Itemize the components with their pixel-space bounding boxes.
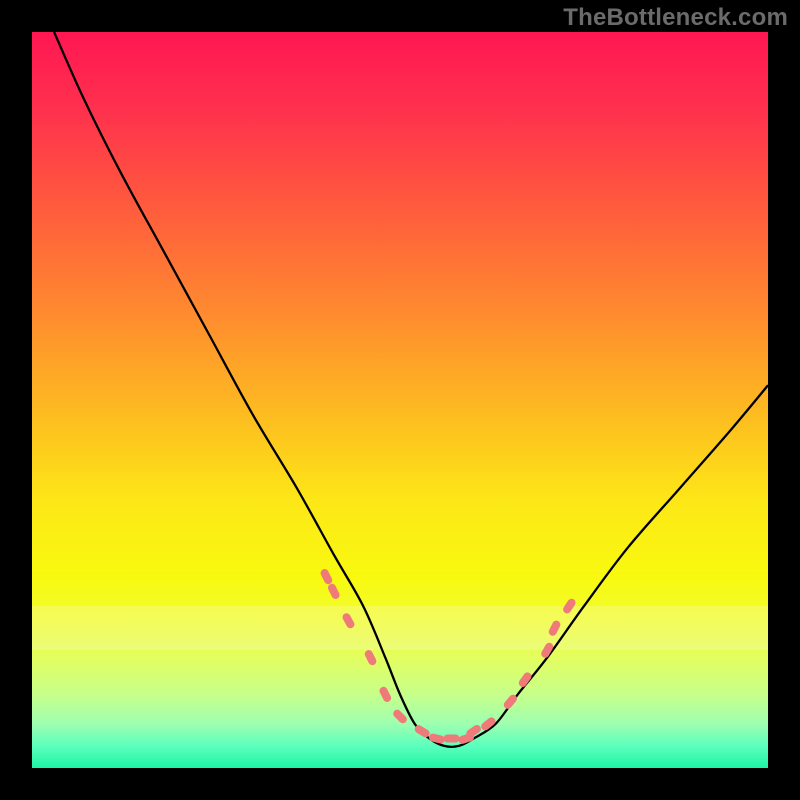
- plot-area: [32, 32, 768, 768]
- curve-marker: [562, 597, 578, 615]
- curve-marker: [363, 649, 377, 667]
- curve-marker: [428, 733, 445, 745]
- curve-marker: [319, 568, 333, 586]
- curve-path: [54, 32, 768, 747]
- curve-marker: [392, 708, 409, 725]
- bottleneck-curve: [32, 32, 768, 768]
- chart-frame: TheBottleneck.com: [0, 0, 800, 800]
- watermark-text: TheBottleneck.com: [563, 4, 788, 32]
- curve-marker: [378, 685, 392, 703]
- curve-marker: [341, 612, 356, 630]
- curve-marker: [327, 582, 341, 600]
- curve-marker: [444, 735, 460, 743]
- curve-marker: [547, 619, 561, 637]
